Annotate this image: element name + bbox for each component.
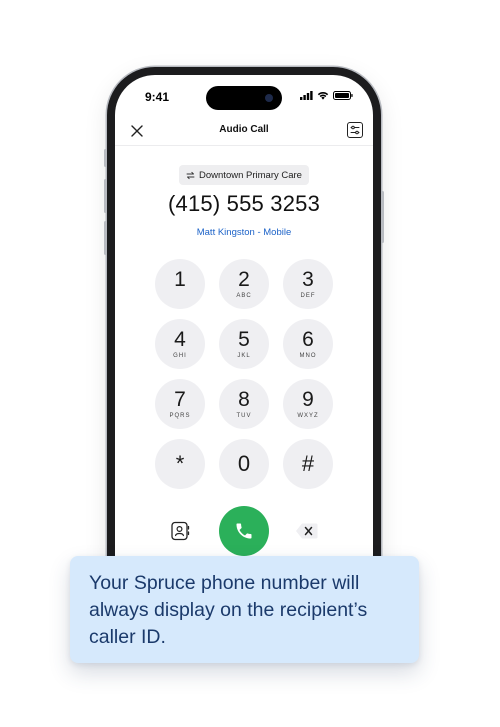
key-6[interactable]: 6 MNO	[283, 319, 333, 369]
power-button	[381, 191, 384, 243]
info-callout-text: Your Spruce phone number will always dis…	[89, 572, 368, 648]
navigation-bar: Audio Call	[115, 119, 373, 146]
key-digit: 5	[238, 327, 250, 351]
key-digit: *	[175, 451, 185, 476]
key-digit: 9	[302, 387, 314, 411]
key-letters: DEF	[300, 292, 316, 299]
phone-screen: 9:41 Audio Call Downtown Primary Care (4…	[115, 75, 373, 619]
key-4[interactable]: 4 GHI	[155, 319, 205, 369]
key-letters: GHI	[173, 352, 187, 359]
key-digit: 4	[174, 327, 186, 351]
key-letters: JKL	[237, 352, 251, 359]
dynamic-island	[206, 86, 282, 110]
key-letters: MNO	[299, 352, 317, 359]
key-digit: 6	[302, 327, 314, 351]
key-8[interactable]: 8 TUV	[219, 379, 269, 429]
phone-icon	[236, 523, 252, 539]
key-letters: TUV	[236, 412, 252, 419]
call-button[interactable]	[219, 506, 269, 556]
info-callout: Your Spruce phone number will always dis…	[70, 556, 419, 663]
dial-keypad: 1 2 ABC 3 DEF 4 GHI 5 JKL 6 MNO 7 PQRS 8…	[155, 259, 335, 489]
key-3[interactable]: 3 DEF	[283, 259, 333, 309]
page-title: Audio Call	[219, 124, 269, 135]
key-digit: 1	[174, 267, 186, 291]
swap-arrows-icon	[186, 171, 195, 179]
location-selector[interactable]: Downtown Primary Care	[179, 165, 309, 185]
key-digit: 2	[238, 267, 250, 291]
settings-sliders-icon[interactable]	[347, 122, 363, 138]
phone-mockup: 9:41 Audio Call Downtown Primary Care (4…	[104, 67, 384, 627]
key-1[interactable]: 1	[155, 259, 205, 309]
volume-down-button	[104, 221, 107, 255]
status-time: 9:41	[145, 90, 170, 104]
battery-icon	[333, 91, 353, 100]
backspace-icon[interactable]	[295, 522, 319, 540]
key-letters: PQRS	[169, 412, 191, 419]
key-digit: #	[301, 451, 315, 476]
camera-icon	[265, 94, 273, 102]
call-actions	[155, 506, 335, 556]
key-digit: 8	[238, 387, 250, 411]
key-7[interactable]: 7 PQRS	[155, 379, 205, 429]
key-hash[interactable]: #	[283, 439, 333, 489]
location-label: Downtown Primary Care	[199, 169, 302, 181]
key-letters: ABC	[236, 292, 252, 299]
key-digit: 0	[237, 451, 251, 476]
contact-link[interactable]: Matt Kingston - Mobile	[115, 227, 373, 238]
action-button	[104, 149, 107, 167]
key-letters: WXYZ	[297, 412, 319, 419]
signal-icon	[300, 91, 313, 100]
volume-up-button	[104, 179, 107, 213]
key-5[interactable]: 5 JKL	[219, 319, 269, 369]
key-star[interactable]: *	[155, 439, 205, 489]
dialed-number: (415) 555 3253	[167, 191, 321, 216]
key-2[interactable]: 2 ABC	[219, 259, 269, 309]
key-digit: 3	[302, 267, 314, 291]
wifi-icon	[317, 91, 329, 100]
key-digit: 7	[174, 387, 186, 411]
status-icons	[300, 91, 353, 100]
key-9[interactable]: 9 WXYZ	[283, 379, 333, 429]
contacts-book-icon[interactable]	[169, 520, 191, 542]
key-0[interactable]: 0	[219, 439, 269, 489]
